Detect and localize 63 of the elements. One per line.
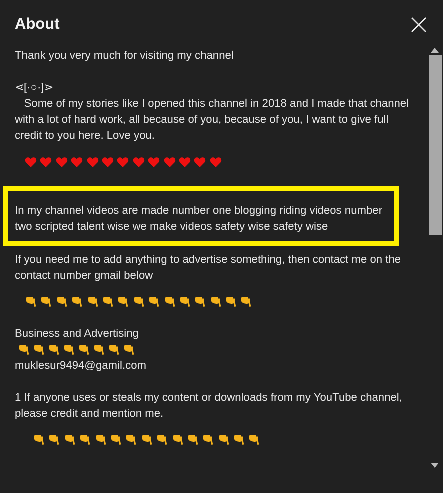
pointing-hand-icon [202, 434, 214, 446]
heart-icon [40, 156, 52, 168]
heart-icon [102, 156, 114, 168]
paragraph: If you need me to add anything to advertise something, then contact me on the contact number gmail below [15, 253, 402, 284]
pointing-hand-icon [125, 434, 138, 446]
pointing-hand-icon [123, 344, 135, 356]
pointing-hand-icon [210, 296, 222, 308]
heart-icon [117, 156, 130, 168]
pointing-hand-icon [64, 434, 76, 446]
heart-icon [164, 156, 176, 168]
pointing-hand-icon [110, 434, 122, 446]
paragraph: 1 If anyone uses or steals my content or downloads from my YouTube channel, please credit and mention me. [15, 391, 404, 422]
email-text: muklesur9494@gamil.com [15, 359, 148, 374]
paragraph: ⋖[·○·]⋗ Some of my stories like I opened this channel in 2018 and I made that channel with a lot of hard work, all because of you, because of you, I want to give full credit to you here. Love you. [15, 81, 410, 144]
heart-icon [210, 156, 222, 168]
heart-icon [194, 156, 206, 168]
heart-icon [71, 156, 84, 168]
heart-icon [148, 156, 160, 168]
pointing-hand-icon [140, 434, 153, 446]
pointing-hand-icon [71, 296, 84, 308]
pointing-hand-icon [225, 296, 238, 308]
pointing-hand-icon [18, 344, 30, 356]
pointing-hand-icon [248, 434, 260, 446]
pointing-hand-icon [33, 434, 45, 446]
pointing-hand-icon [186, 434, 199, 446]
heart-icon [132, 156, 145, 168]
scroll-down-icon[interactable] [431, 463, 439, 468]
pointing-hand-icon [56, 296, 68, 308]
pointing-hand-icon [148, 296, 160, 308]
pointing-hand-icon [33, 344, 45, 356]
pointing-hand-icon [63, 344, 75, 356]
pointing-hand-icon [48, 434, 60, 446]
pointing-hand-icon [93, 344, 105, 356]
pointing-hand-icon [117, 296, 130, 308]
pointing-hand-icon [172, 434, 184, 446]
pointing-hand-icon [102, 296, 114, 308]
pointing-hand-icon [48, 344, 60, 356]
pointing-hand-icon [78, 344, 90, 356]
scrollbar[interactable] [428, 48, 442, 468]
pointing-hand-icon [164, 296, 176, 308]
pointing-hand-icon [86, 296, 99, 308]
pointing-hand-icon [40, 296, 52, 308]
section-label: Business and Advertising [15, 327, 140, 342]
pointing-hand-icon [25, 296, 37, 308]
heart-icon [178, 156, 191, 168]
close-icon[interactable] [411, 17, 427, 33]
heart-icon [86, 156, 99, 168]
pointing-hand-icon [108, 344, 120, 356]
paragraph: Thank you very much for visiting my channel [15, 49, 235, 64]
pointing-hand-icon [156, 434, 168, 446]
pointing-hand-icon [132, 296, 145, 308]
pointing-hand-icon [178, 296, 191, 308]
heart-icon [56, 156, 68, 168]
paragraph: In my channel videos are made number one blogging riding videos number two scripted talent wise we make videos safety wise safety wise [15, 204, 384, 235]
pointing-hand-icon [240, 296, 252, 308]
pointing-hand-icon [194, 296, 206, 308]
pointing-hand-icon [218, 434, 230, 446]
pointing-hand-icon [94, 434, 107, 446]
heart-icon [25, 156, 37, 168]
dialog-title: About [15, 16, 60, 34]
pointing-hand-icon [79, 434, 92, 446]
pointing-hand-icon [233, 434, 246, 446]
scroll-up-icon[interactable] [431, 48, 439, 53]
